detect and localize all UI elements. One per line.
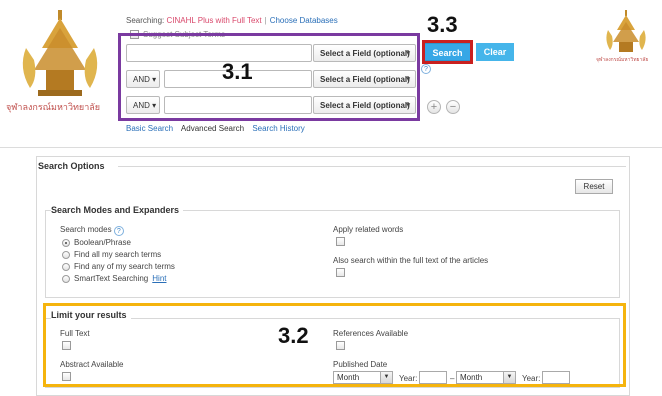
radio-icon[interactable] (62, 238, 70, 247)
logo-caption: จุฬาลงกรณ์มหาวิทยาลัย (6, 102, 101, 112)
university-logo-right: จุฬาลงกรณ์มหาวิทยาลัย (596, 10, 652, 66)
mode-find-all[interactable]: Find all my search terms (62, 250, 161, 259)
advanced-search-link[interactable]: Advanced Search (181, 124, 244, 133)
remove-row-button[interactable]: − (446, 100, 460, 114)
search-options-title: Search Options (38, 161, 105, 171)
full-text-search-checkbox[interactable] (336, 268, 345, 277)
annotation-label-3-2: 3.2 (278, 323, 309, 348)
divider (0, 147, 662, 148)
choose-databases-link[interactable]: Choose Databases (270, 16, 338, 25)
help-icon[interactable]: ? (421, 64, 431, 74)
hint-link[interactable]: Hint (152, 274, 166, 283)
radio-icon[interactable] (62, 274, 70, 283)
annotation-box-3-1 (118, 33, 420, 121)
university-logo-left: จุฬาลงกรณ์มหาวิทยาลัย (6, 8, 112, 120)
database-name[interactable]: CINAHL Plus with Full Text (166, 16, 261, 25)
add-row-button[interactable]: + (427, 100, 441, 114)
annotation-box-3-3 (422, 40, 473, 64)
mode-boolean[interactable]: Boolean/Phrase (62, 238, 131, 247)
radio-icon[interactable] (62, 250, 70, 259)
radio-icon[interactable] (62, 262, 70, 271)
searching-line: Searching: CINAHL Plus with Full Text | Ch… (126, 16, 338, 25)
search-nav: Basic Search Advanced Search Search Hist… (126, 124, 311, 133)
clear-button[interactable]: Clear (476, 43, 514, 61)
apply-related-checkbox[interactable] (336, 237, 345, 246)
search-modes-section-title: Search Modes and Expanders (51, 205, 184, 215)
annotation-label-3-1: 3.1 (222, 59, 253, 84)
reset-button[interactable]: Reset (575, 179, 613, 194)
panel-title-rule (118, 166, 626, 167)
mode-smarttext[interactable]: SmartText Searching Hint (62, 274, 167, 283)
search-modes-help-icon[interactable]: ? (113, 226, 124, 236)
logo-caption-small: จุฬาลงกรณ์มหาวิทยาลัย (596, 57, 649, 63)
search-modes-label: Search modes ? (60, 225, 124, 236)
apply-related-label: Apply related words (333, 225, 404, 234)
search-history-link[interactable]: Search History (252, 124, 304, 133)
full-text-search-label: Also search within the full text of the … (333, 256, 489, 265)
mode-find-any[interactable]: Find any of my search terms (62, 262, 175, 271)
searching-label: Searching: (126, 16, 165, 25)
annotation-box-3-2 (43, 303, 626, 387)
basic-search-link[interactable]: Basic Search (126, 124, 173, 133)
annotation-label-3-3: 3.3 (427, 12, 458, 37)
